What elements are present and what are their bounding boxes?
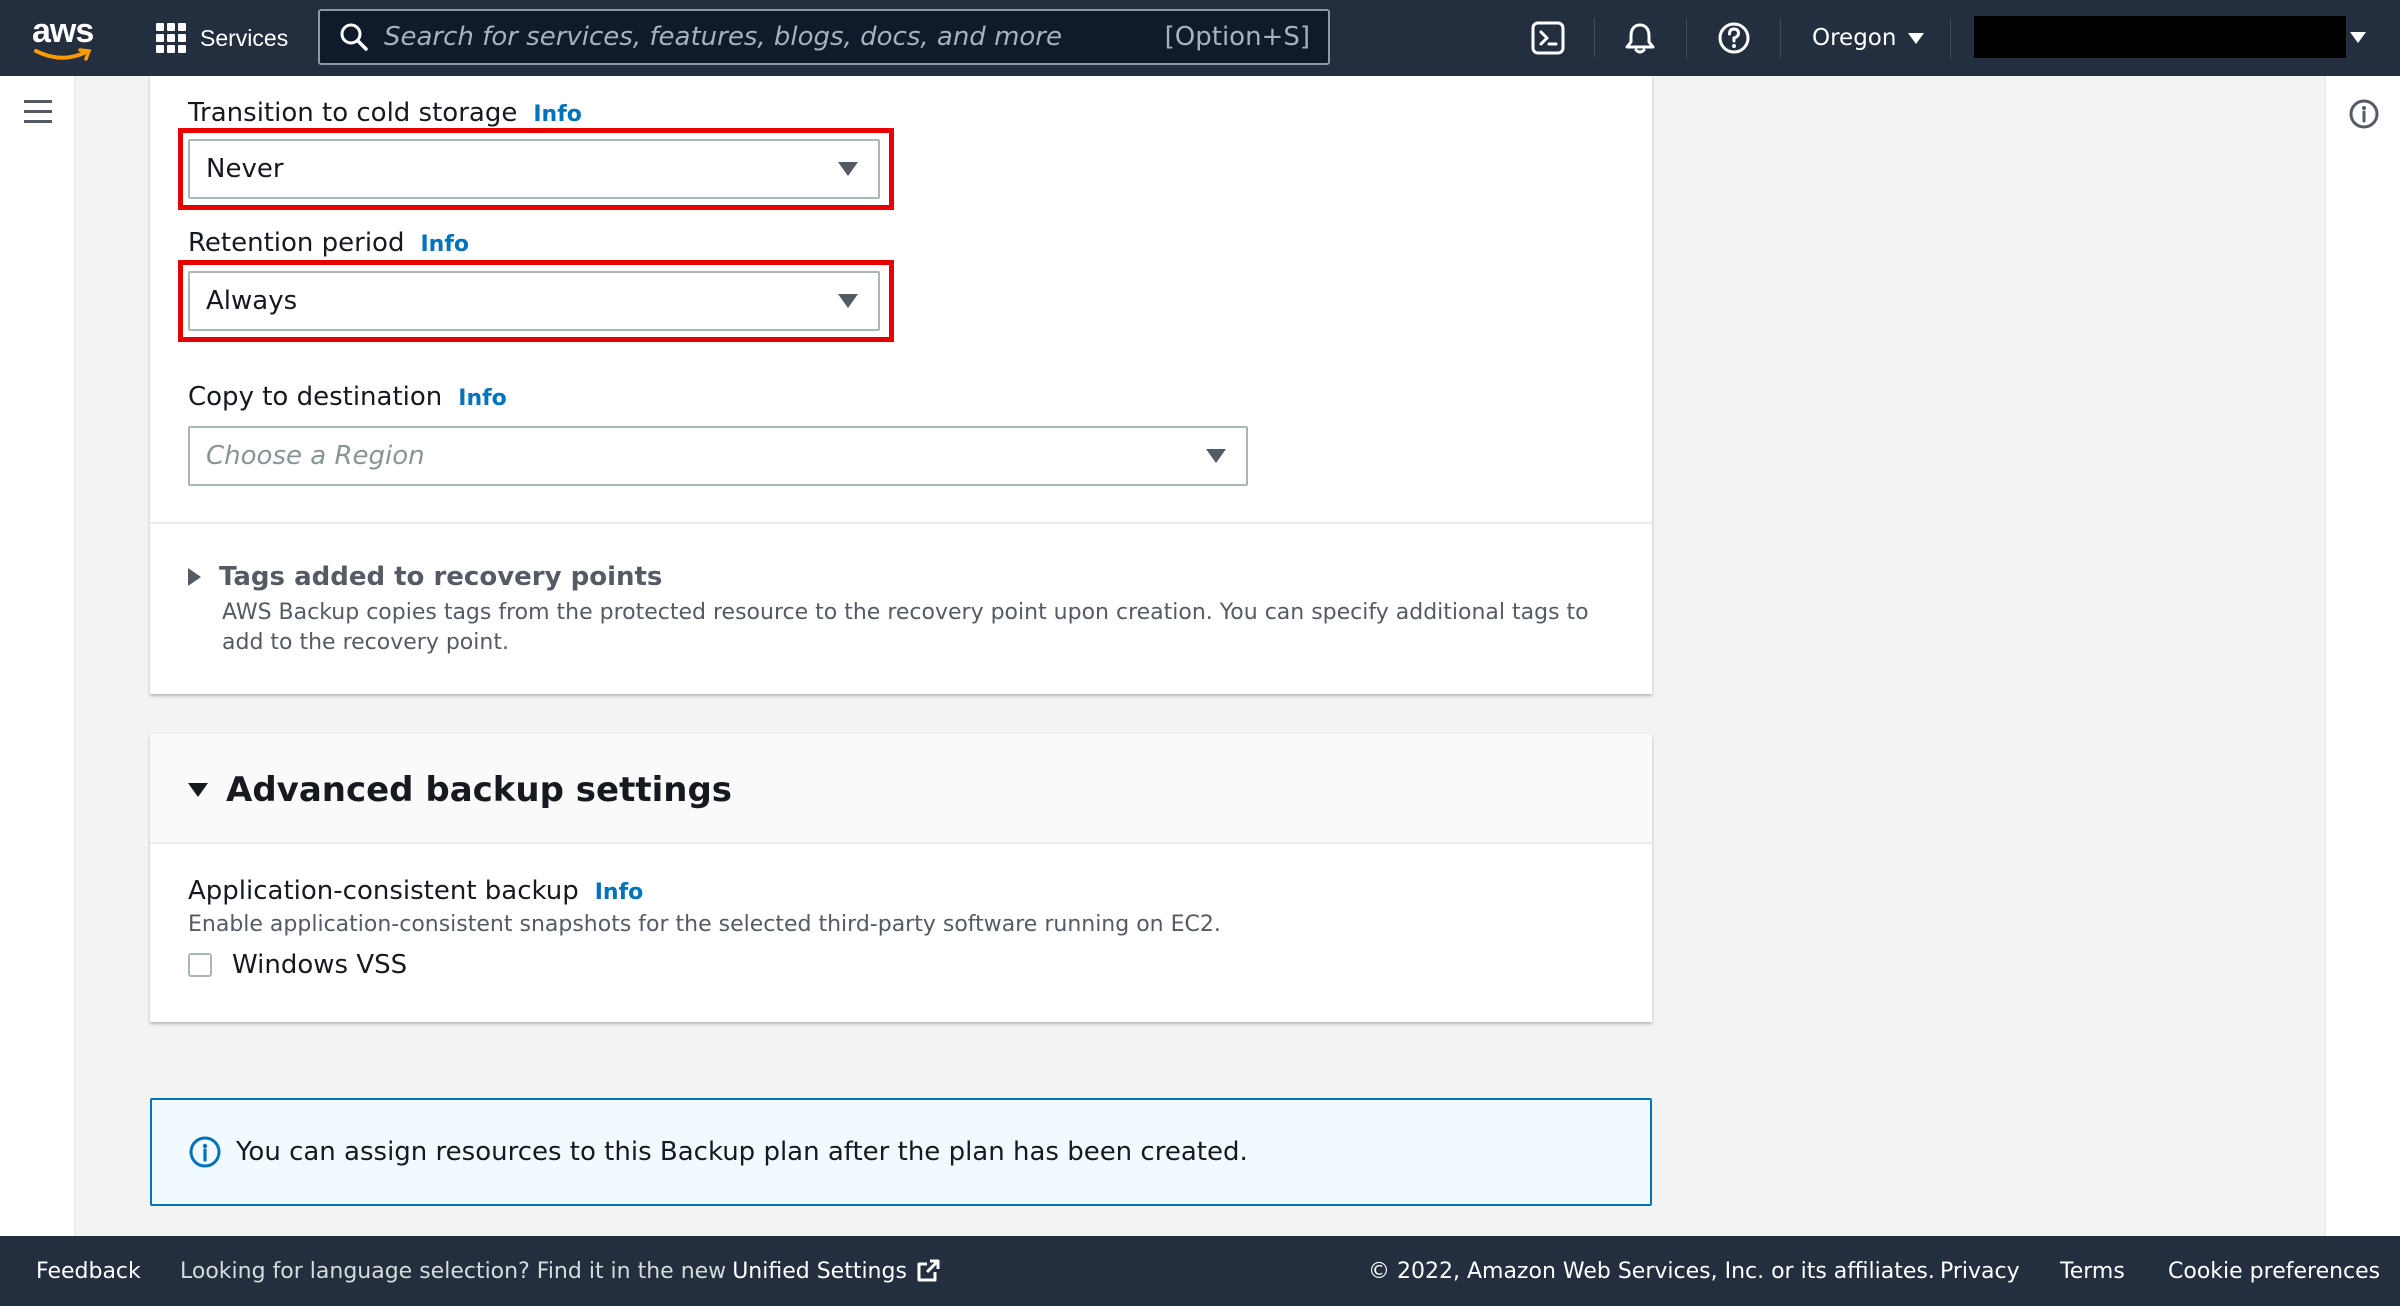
section-divider [150, 522, 1652, 524]
retention-info-link[interactable]: Info [420, 232, 469, 257]
services-menu-button[interactable]: Services [156, 0, 288, 76]
search-shortcut-hint: [Option+S] [1164, 22, 1310, 52]
cold-storage-value: Never [206, 154, 284, 184]
help-icon[interactable] [1716, 20, 1752, 56]
nav-divider [1594, 18, 1595, 58]
retention-period-value: Always [206, 286, 298, 316]
advanced-settings-title: Advanced backup settings [226, 770, 733, 810]
advanced-settings-expander[interactable]: Advanced backup settings [188, 770, 732, 810]
bell-icon[interactable] [1622, 20, 1658, 56]
cookie-preferences-link[interactable]: Cookie preferences [2168, 1236, 2380, 1306]
aws-smile-icon [34, 48, 92, 61]
cloudshell-icon[interactable] [1530, 20, 1566, 56]
app-consistent-label: Application-consistent backup Info [188, 876, 644, 906]
cold-storage-info-link[interactable]: Info [533, 102, 582, 127]
advanced-settings-header: Advanced backup settings [150, 734, 1652, 844]
caret-down-icon [188, 783, 208, 797]
aws-logo-text: aws [32, 12, 94, 50]
caret-down-icon [838, 162, 858, 176]
cold-storage-label: Transition to cold storage Info [188, 98, 582, 128]
advanced-backup-settings-panel: Advanced backup settings Application-con… [150, 734, 1652, 1022]
nav-divider [1780, 18, 1781, 58]
windows-vss-checkbox[interactable] [188, 953, 212, 977]
app-consistent-description: Enable application-consistent snapshots … [188, 912, 1221, 937]
caret-down-icon [2350, 32, 2366, 43]
grid-icon [156, 23, 186, 53]
nav-divider [1950, 18, 1951, 58]
retention-period-select[interactable]: Always [188, 271, 880, 331]
top-navigation: aws Services [Option+S] Oregon [0, 0, 2400, 76]
account-menu-redacted[interactable] [1974, 16, 2346, 58]
feedback-link[interactable]: Feedback [36, 1236, 141, 1306]
footer: Feedback Looking for language selection?… [0, 1236, 2400, 1306]
right-rail [2324, 76, 2400, 1236]
tags-description: AWS Backup copies tags from the protecte… [222, 600, 1589, 655]
caret-down-icon [838, 294, 858, 308]
tags-expander[interactable]: Tags added to recovery points [188, 562, 662, 592]
nav-divider [1686, 18, 1687, 58]
region-label: Oregon [1812, 25, 1897, 51]
backup-rule-panel: Transition to cold storage Info Never Re… [150, 76, 1652, 694]
cold-storage-select[interactable]: Never [188, 139, 880, 199]
info-panel-icon[interactable] [2348, 98, 2380, 130]
search-box[interactable]: [Option+S] [318, 9, 1330, 65]
caret-right-icon [188, 568, 201, 586]
left-rail [0, 76, 76, 1236]
caret-down-icon [1206, 449, 1226, 463]
info-icon [189, 1136, 221, 1168]
unified-settings-link[interactable]: Unified Settings [732, 1259, 907, 1284]
search-icon [340, 23, 368, 51]
language-prompt: Looking for language selection? Find it … [180, 1236, 941, 1306]
copy-destination-placeholder: Choose a Region [206, 441, 425, 471]
info-alert-text: You can assign resources to this Backup … [236, 1137, 1248, 1167]
retention-period-label: Retention period Info [188, 228, 470, 258]
copy-destination-select[interactable]: Choose a Region [188, 426, 1248, 486]
search-input[interactable] [384, 22, 1165, 52]
windows-vss-option[interactable]: Windows VSS [188, 950, 407, 980]
services-label: Services [200, 24, 289, 51]
windows-vss-label: Windows VSS [232, 950, 408, 980]
caret-down-icon [1908, 32, 1925, 44]
hamburger-menu-icon[interactable] [24, 100, 52, 124]
copy-destination-label: Copy to destination Info [188, 382, 507, 412]
region-selector[interactable]: Oregon [1812, 0, 1925, 76]
copyright: © 2022, Amazon Web Services, Inc. or its… [1368, 1258, 1935, 1284]
external-link-icon [917, 1259, 940, 1282]
tags-title: Tags added to recovery points [219, 562, 663, 592]
app-consistent-info-link[interactable]: Info [595, 880, 644, 905]
info-alert: You can assign resources to this Backup … [150, 1098, 1652, 1206]
terms-link[interactable]: Terms [2060, 1236, 2125, 1306]
copy-destination-info-link[interactable]: Info [458, 386, 507, 411]
aws-logo[interactable]: aws [32, 12, 94, 61]
language-prompt-text: Looking for language selection? Find it … [180, 1258, 727, 1284]
privacy-link[interactable]: Privacy [1940, 1236, 2020, 1306]
